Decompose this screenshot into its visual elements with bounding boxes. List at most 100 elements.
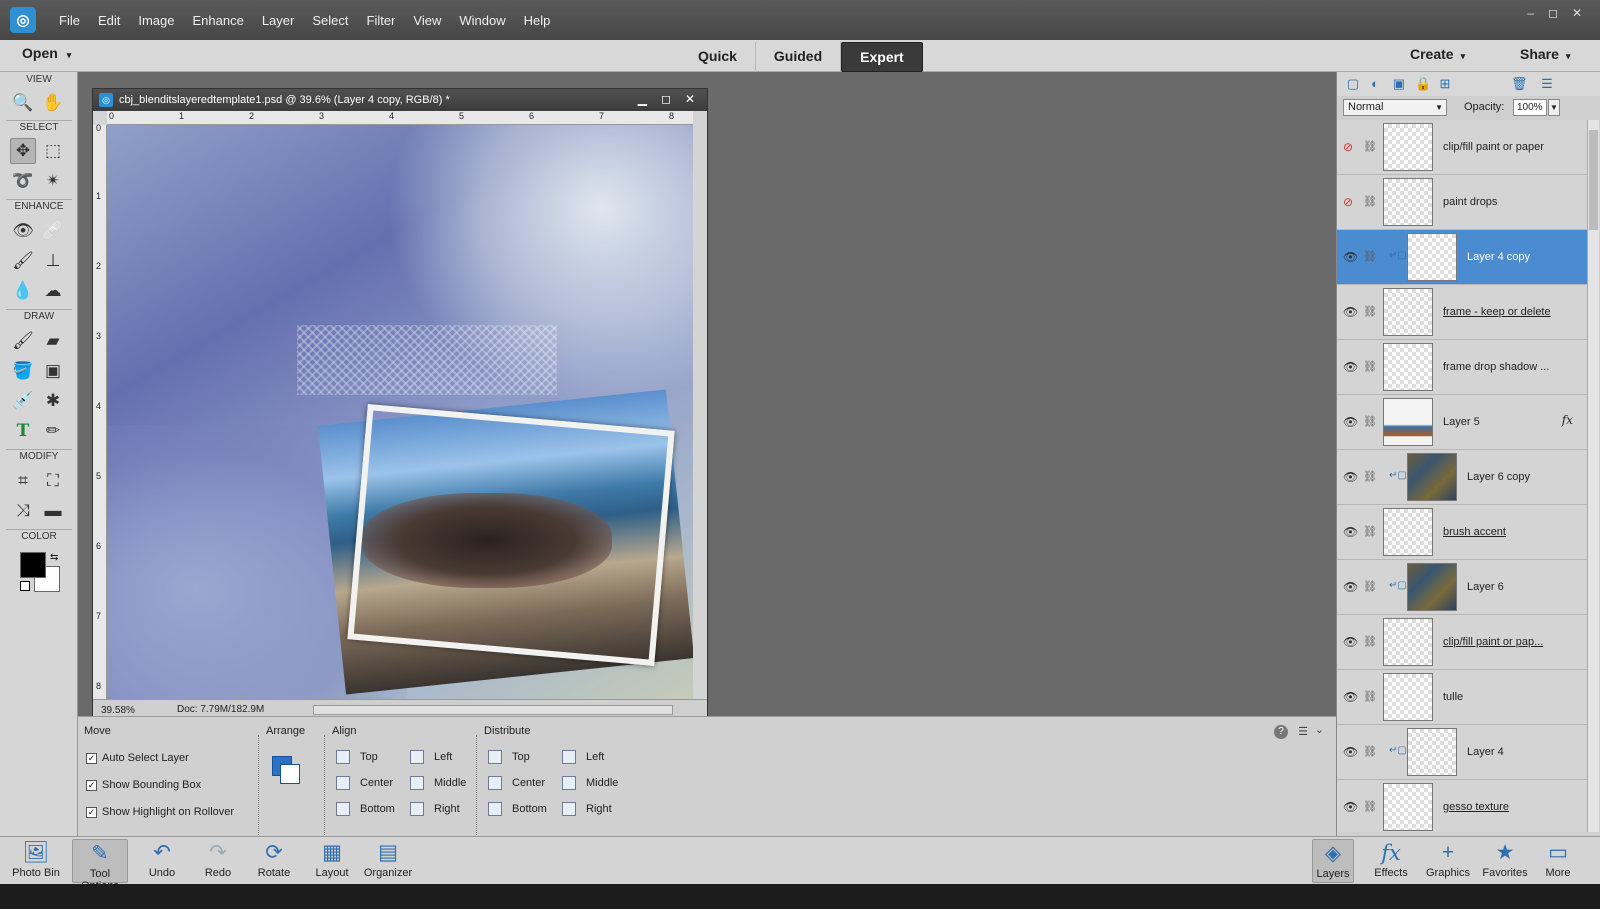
distribute-top-icon[interactable] — [488, 750, 502, 764]
layer-style-fx-icon[interactable]: fx — [1562, 413, 1573, 427]
distribute-middle-icon[interactable] — [562, 776, 576, 790]
document-canvas[interactable] — [107, 125, 693, 699]
align-top-icon[interactable] — [336, 750, 350, 764]
link-icon[interactable]: ⛓ — [1363, 745, 1377, 758]
layer-thumbnail[interactable] — [1383, 178, 1433, 226]
pencil-icon[interactable]: ✏ — [40, 418, 66, 444]
eye-icon[interactable]: 👁 — [1343, 580, 1358, 594]
photo-bin-button[interactable]: 🖼 Photo Bin — [8, 839, 64, 883]
redo-button[interactable]: ↷ Redo — [190, 839, 246, 883]
menu-edit[interactable]: Edit — [89, 13, 129, 28]
link-icon[interactable]: ⛓ — [1363, 635, 1377, 648]
eye-icon[interactable]: 👁 — [1343, 470, 1358, 484]
layer-row[interactable]: 👁 ⛓ ↵▢ Layer 4 — [1337, 725, 1587, 780]
magic-wand-icon[interactable]: ✴ — [40, 168, 66, 194]
layer-thumbnail[interactable] — [1407, 233, 1457, 281]
eye-icon[interactable]: 👁 — [1343, 745, 1358, 759]
sponge-icon[interactable]: ☁ — [40, 278, 66, 304]
lock-transparency-icon[interactable]: ⊞ — [1437, 76, 1453, 92]
menu-help[interactable]: Help — [515, 13, 560, 28]
zoom-icon[interactable]: 🔍 — [10, 90, 36, 116]
eye-icon[interactable]: 👁 — [1343, 525, 1358, 539]
layer-row[interactable]: ⊘ ⛓ paint drops — [1337, 175, 1587, 230]
layer-row[interactable]: 👁 ⛓ ↵▢ Layer 6 — [1337, 560, 1587, 615]
help-icon[interactable]: ? — [1274, 725, 1288, 739]
align-right-icon[interactable] — [410, 802, 424, 816]
layer-row[interactable]: 👁 ⛓ ↵▢ Layer 4 copy — [1337, 230, 1587, 285]
distribute-right-icon[interactable] — [562, 802, 576, 816]
swap-colors-icon[interactable]: ⇆ — [50, 552, 58, 563]
create-button[interactable]: Create ▾ — [1410, 46, 1465, 62]
recompose-icon[interactable]: ⛶ — [40, 468, 66, 494]
chevron-down-icon[interactable]: ⌄ — [1315, 723, 1324, 736]
layer-row[interactable]: 👁 ⛓ brush accent — [1337, 505, 1587, 560]
graphics-button[interactable]: + Graphics — [1424, 839, 1472, 883]
opacity-input[interactable]: 100% — [1513, 99, 1547, 116]
eyedropper-icon[interactable]: 💉 — [10, 388, 36, 414]
auto-select-checkbox[interactable]: ✓ — [86, 753, 97, 764]
distribute-bottom-icon[interactable] — [488, 802, 502, 816]
layer-thumbnail[interactable] — [1407, 728, 1457, 776]
layer-thumbnail[interactable] — [1407, 563, 1457, 611]
doc-maximize-icon[interactable]: ◻ — [661, 92, 671, 106]
layers-button[interactable]: ◈ Layers — [1312, 839, 1354, 883]
layer-mask-icon[interactable]: ▣ — [1391, 76, 1407, 92]
close-icon[interactable]: ✕ — [1572, 6, 1582, 20]
distribute-left-icon[interactable] — [562, 750, 576, 764]
maximize-icon[interactable]: ◻ — [1548, 6, 1558, 20]
link-icon[interactable]: ⛓ — [1363, 195, 1377, 208]
layer-thumbnail[interactable] — [1383, 508, 1433, 556]
lock-all-icon[interactable]: 🔒 — [1415, 76, 1431, 92]
document-title-bar[interactable]: ◎ cbj_blenditslayeredtemplate1.psd @ 39.… — [93, 89, 707, 111]
eye-icon[interactable]: 👁 — [1343, 305, 1358, 319]
minimize-icon[interactable]: – — [1527, 6, 1534, 20]
eye-icon[interactable]: 👁 — [1343, 415, 1358, 429]
adjustment-layer-icon[interactable]: ◐ — [1367, 76, 1383, 92]
eraser-icon[interactable]: ▰ — [40, 328, 66, 354]
eye-icon[interactable]: 👁 — [1343, 690, 1358, 704]
paint-bucket-icon[interactable]: 🪣 — [10, 358, 36, 384]
type-icon[interactable]: T — [10, 418, 36, 444]
crop-icon[interactable]: ⌗ — [10, 468, 36, 494]
foreground-color-swatch[interactable] — [20, 552, 46, 578]
smart-brush-icon[interactable]: 🖌 — [10, 248, 36, 274]
layer-thumbnail[interactable] — [1383, 783, 1433, 831]
layer-row[interactable]: 👁 ⛓ frame - keep or delete — [1337, 285, 1587, 340]
eye-icon[interactable]: 👁 — [1343, 800, 1358, 814]
custom-shape-icon[interactable]: ✱ — [40, 388, 66, 414]
blur-icon[interactable]: 💧 — [10, 278, 36, 304]
eye-icon[interactable]: 👁 — [1343, 360, 1358, 374]
gradient-icon[interactable]: ▣ — [40, 358, 66, 384]
menu-filter[interactable]: Filter — [358, 13, 405, 28]
healing-brush-icon[interactable]: 🩹 — [40, 218, 66, 244]
align-middle-icon[interactable] — [410, 776, 424, 790]
layer-thumbnail[interactable] — [1383, 398, 1433, 446]
menu-image[interactable]: Image — [129, 13, 183, 28]
arrange-icon[interactable] — [272, 756, 300, 784]
menu-file[interactable]: File — [50, 13, 89, 28]
effects-button[interactable]: fx Effects — [1370, 839, 1412, 883]
new-layer-icon[interactable]: ▢ — [1345, 76, 1361, 92]
straighten-icon[interactable]: ▬ — [40, 498, 66, 524]
tab-quick[interactable]: Quick — [680, 42, 756, 72]
open-button[interactable]: Open ▾ — [22, 45, 71, 61]
undo-button[interactable]: ↶ Undo — [134, 839, 190, 883]
layer-thumbnail[interactable] — [1383, 618, 1433, 666]
link-icon[interactable]: ⛓ — [1363, 250, 1377, 263]
trash-icon[interactable]: 🗑 — [1511, 76, 1528, 92]
tab-guided[interactable]: Guided — [756, 42, 842, 72]
panel-menu-icon[interactable]: ☰ — [1539, 76, 1555, 92]
menu-enhance[interactable]: Enhance — [184, 13, 253, 28]
eye-hidden-icon[interactable]: ⊘ — [1343, 140, 1353, 154]
menu-window[interactable]: Window — [450, 13, 514, 28]
red-eye-icon[interactable]: 👁 — [10, 218, 36, 244]
tool-options-button[interactable]: ✎Tool Options — [72, 839, 128, 892]
brush-icon[interactable]: 🖌 — [10, 328, 36, 354]
content-aware-move-icon[interactable]: ⤨ — [10, 498, 36, 524]
doc-close-icon[interactable]: ✕ — [685, 92, 695, 106]
link-icon[interactable]: ⛓ — [1363, 305, 1377, 318]
link-icon[interactable]: ⛓ — [1363, 525, 1377, 538]
default-colors-icon[interactable] — [20, 581, 30, 591]
link-icon[interactable]: ⛓ — [1363, 415, 1377, 428]
layer-row[interactable]: ⊘ ⛓ clip/fill paint or paper — [1337, 120, 1587, 175]
